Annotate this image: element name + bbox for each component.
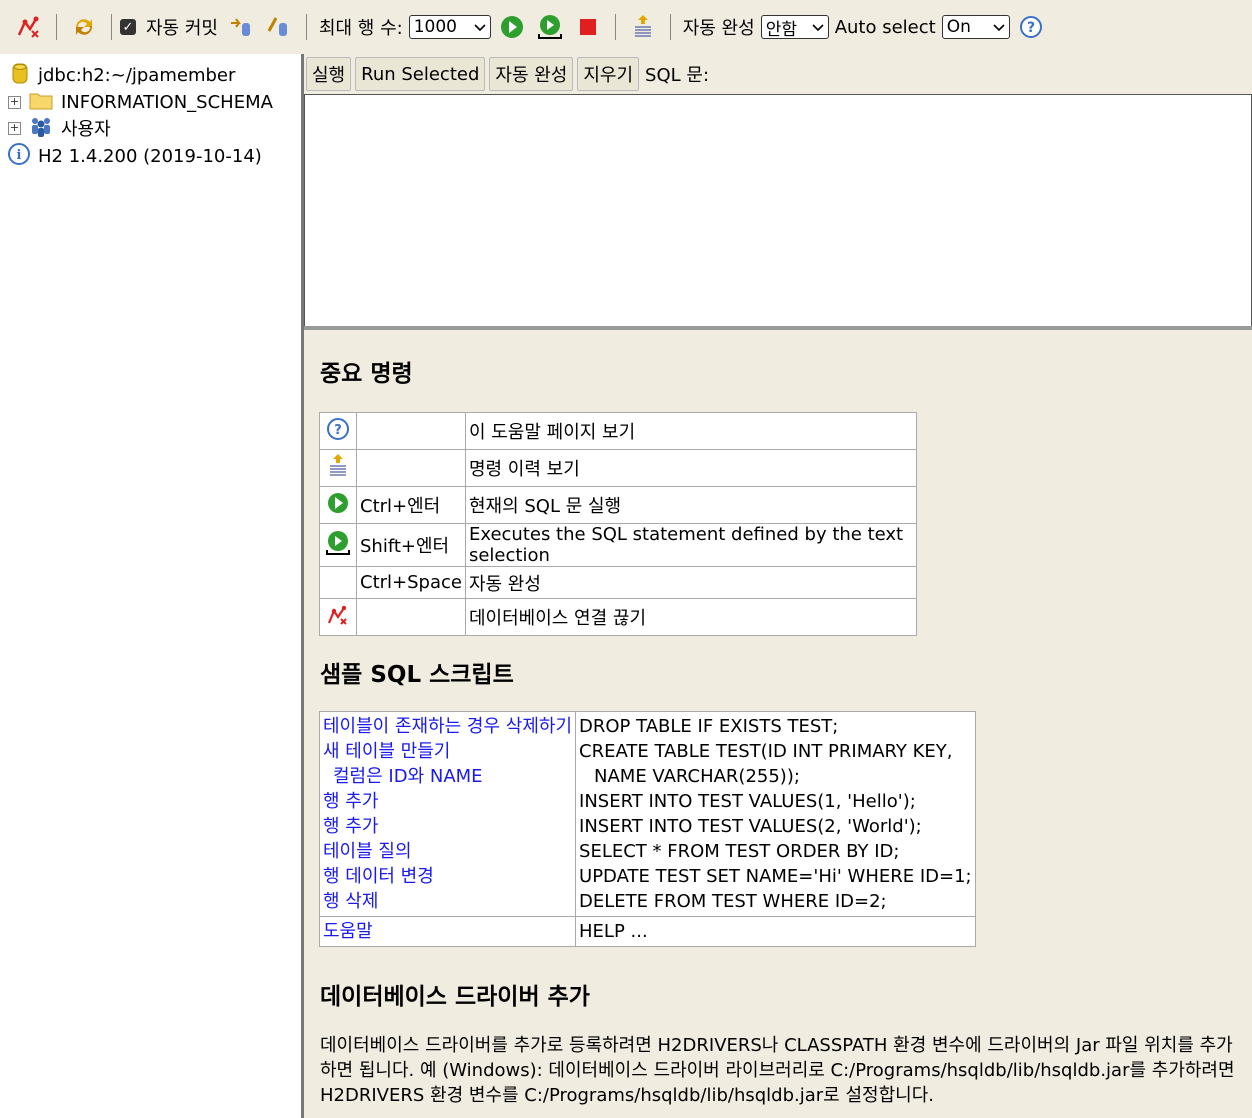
help-icon[interactable]: ? — [327, 417, 349, 445]
table-row: 도움말 HELP ... — [318, 916, 976, 947]
disconnect-icon[interactable] — [326, 605, 350, 631]
shortcut-cell: Ctrl+엔터 — [356, 486, 466, 524]
run-selected-icon[interactable] — [535, 12, 565, 42]
info-icon: i — [8, 142, 30, 170]
sample-link-insert-1[interactable]: 행 추가 — [323, 789, 572, 814]
autocomplete-button[interactable]: 자동 완성 — [489, 57, 574, 91]
description-cell: Executes the SQL statement defined by th… — [464, 523, 918, 567]
sample-sql-line: NAME VARCHAR(255)); — [594, 766, 800, 787]
refresh-icon[interactable] — [69, 12, 99, 42]
sample-scripts-table: 테이블이 존재하는 경우 삭제하기 새 테이블 만들기 컬럼은 ID와 NAME… — [318, 711, 976, 947]
shortcut-cell: Shift+엔터 — [356, 523, 466, 567]
chevron-down-icon — [993, 17, 1005, 37]
shortcut-cell — [356, 598, 466, 636]
table-row: 테이블이 존재하는 경우 삭제하기 새 테이블 만들기 컬럼은 ID와 NAME… — [318, 711, 976, 917]
sql-label: SQL 문: — [645, 65, 710, 86]
run-button[interactable]: 실행 — [306, 57, 352, 91]
auto-commit-checkbox[interactable]: ✓ — [120, 19, 136, 35]
query-toolbar: 실행 Run Selected 자동 완성 지우기 SQL 문: — [304, 54, 1252, 94]
svg-text:?: ? — [1027, 20, 1035, 36]
toolbar: ✓ 자동 커밋 최대 행 수: 1000 자동 완성 안함 Auto selec… — [0, 0, 1252, 54]
sample-link-insert-2[interactable]: 행 추가 — [323, 814, 572, 839]
max-rows-select[interactable]: 1000 — [408, 15, 491, 39]
sample-scripts-heading: 샘플 SQL 스크립트 — [320, 662, 514, 688]
shortcut-cell: Ctrl+Space — [356, 566, 466, 599]
tree-item-version: i H2 1.4.200 (2019-10-14) — [8, 142, 262, 170]
help-icon[interactable]: ? — [1016, 12, 1046, 42]
shortcut-cell — [356, 449, 466, 487]
autocomplete-label: 자동 완성 — [682, 18, 755, 39]
sample-link-drop-table[interactable]: 테이블이 존재하는 경우 삭제하기 — [323, 714, 572, 739]
schema-tree: jdbc:h2:~/jpamember + INFORMATION_SCHEMA… — [0, 54, 301, 1118]
help-panel: 중요 명령 ? 이 도움말 페이지 보기 명령 이력 보기 Ctrl+엔터 현재… — [304, 330, 1252, 1118]
description-cell: 데이터베이스 연결 끊기 — [464, 598, 918, 636]
toolbar-separator — [614, 14, 616, 40]
clear-button[interactable]: 지우기 — [577, 57, 640, 91]
toolbar-separator — [56, 14, 57, 40]
table-row: 명령 이력 보기 — [319, 449, 918, 487]
history-icon[interactable] — [628, 12, 658, 42]
table-row: ? 이 도움말 페이지 보기 — [319, 412, 918, 450]
important-commands-heading: 중요 명령 — [320, 361, 413, 387]
expand-icon[interactable]: + — [8, 95, 21, 109]
sample-labels-cell: 테이블이 존재하는 경우 삭제하기 새 테이블 만들기 컬럼은 ID와 NAME… — [318, 711, 577, 917]
table-row: Ctrl+엔터 현재의 SQL 문 실행 — [319, 486, 918, 524]
svg-text:i: i — [17, 148, 22, 163]
sample-sql-line: SELECT * FROM TEST ORDER BY ID; — [579, 841, 900, 862]
run-icon[interactable] — [327, 492, 349, 519]
toolbar-separator — [669, 14, 671, 40]
sample-link-delete[interactable]: 행 삭제 — [323, 889, 572, 914]
users-icon — [29, 115, 53, 142]
table-row: Ctrl+Space 자동 완성 — [319, 566, 918, 599]
sql-input[interactable] — [304, 94, 1252, 327]
description-cell: 이 도움말 페이지 보기 — [464, 412, 918, 450]
table-row: 데이터베이스 연결 끊기 — [319, 598, 918, 636]
description-cell: 현재의 SQL 문 실행 — [464, 486, 918, 524]
history-icon[interactable] — [328, 453, 348, 484]
table-row: Shift+엔터 Executes the SQL statement defi… — [319, 523, 918, 567]
database-icon — [12, 62, 28, 89]
run-selected-icon[interactable] — [324, 530, 352, 562]
sample-sql-cell: DROP TABLE IF EXISTS TEST; CREATE TABLE … — [575, 711, 976, 917]
sample-sql-line: INSERT INTO TEST VALUES(1, 'Hello'); — [579, 791, 916, 812]
chevron-down-icon — [812, 17, 824, 37]
chevron-down-icon — [474, 17, 486, 37]
sample-sql-line: DROP TABLE IF EXISTS TEST; — [579, 716, 839, 737]
add-drivers-text: 데이터베이스 드라이버를 추가로 등록하려면 H2DRIVERS나 CLASSP… — [320, 1035, 1235, 1106]
sample-link-help[interactable]: 도움말 — [323, 919, 572, 944]
run-selected-button[interactable]: Run Selected — [355, 57, 486, 91]
sample-sql-line: CREATE TABLE TEST(ID INT PRIMARY KEY, — [579, 741, 953, 762]
sample-sql-line: DELETE FROM TEST WHERE ID=2; — [579, 891, 887, 912]
auto-select-select[interactable]: On — [941, 15, 1010, 39]
tree-item-users[interactable]: + 사용자 — [8, 115, 111, 141]
rollback-icon[interactable] — [226, 12, 256, 42]
stop-icon[interactable] — [573, 12, 603, 42]
commit-icon[interactable] — [264, 12, 294, 42]
sample-sql-line: HELP ... — [579, 921, 648, 942]
sample-link-update[interactable]: 행 데이터 변경 — [323, 864, 572, 889]
sample-sql-line: UPDATE TEST SET NAME='Hi' WHERE ID=1; — [579, 866, 972, 887]
tree-item-information-schema[interactable]: + INFORMATION_SCHEMA — [8, 89, 273, 115]
auto-select-label: Auto select — [834, 16, 936, 38]
sample-sql-line: INSERT INTO TEST VALUES(2, 'World'); — [579, 816, 922, 837]
run-icon[interactable] — [497, 12, 527, 42]
toolbar-separator — [305, 14, 307, 40]
svg-text:?: ? — [334, 423, 342, 438]
description-cell: 자동 완성 — [464, 566, 918, 599]
toolbar-separator — [111, 14, 112, 40]
auto-commit-label: 자동 커밋 — [146, 18, 218, 39]
expand-icon[interactable]: + — [8, 121, 21, 135]
important-commands-table: ? 이 도움말 페이지 보기 명령 이력 보기 Ctrl+엔터 현재의 SQL … — [319, 412, 918, 636]
folder-icon — [29, 90, 53, 115]
description-cell: 명령 이력 보기 — [464, 449, 918, 487]
autocomplete-select[interactable]: 안함 — [760, 15, 829, 40]
sample-link-select[interactable]: 테이블 질의 — [323, 839, 572, 864]
tree-connection[interactable]: jdbc:h2:~/jpamember — [8, 62, 235, 88]
sample-link-create-table[interactable]: 새 테이블 만들기 — [323, 739, 572, 764]
disconnect-icon[interactable] — [14, 12, 44, 42]
shortcut-cell — [356, 412, 466, 450]
sample-link-columns[interactable]: 컬럼은 ID와 NAME — [323, 764, 572, 789]
add-drivers-heading: 데이터베이스 드라이버 추가 — [320, 984, 590, 1010]
max-rows-label: 최대 행 수: — [318, 18, 403, 39]
